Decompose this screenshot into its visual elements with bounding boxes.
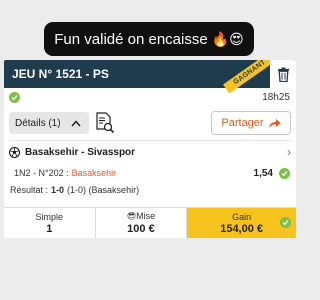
bet-selection: Basaksehir [71,168,117,178]
details-label: Détails (1) [15,117,61,129]
ticket-title: JEU N° 1521 - PS [12,67,109,81]
chevron-right-icon: › [287,145,291,159]
bet-type: 1N2 - N°202 : [14,168,69,178]
bet-summary: Simple 1 😎Mise 100 € Gain 154,00 € [4,207,296,238]
gain-value: 154,00 € [220,222,264,235]
trash-icon[interactable] [270,60,296,88]
stake-label: Mise [136,211,156,221]
gain-label: Gain [232,211,252,222]
stake-cell: 😎Mise 100 € [96,208,188,238]
ticket-header: JEU N° 1521 - PS GAGNANT [4,60,296,94]
bet-odds: 1,54 [253,167,273,179]
result-score: 1-0 [51,185,65,195]
won-check-icon [9,91,20,103]
ticket-actions: Détails (1) Partager [4,106,296,140]
match-row[interactable]: Basaksehir - Sivasspor › [4,141,296,163]
share-arrow-icon [268,118,281,128]
gain-check-icon [280,217,291,228]
ticket-time: 18h25 [262,91,290,103]
type-label: Simple [35,211,64,222]
share-label: Partager [221,117,264,129]
soccer-ball-icon [9,146,20,158]
sunglasses-emoji-icon: 😎 [126,211,137,221]
result-detail: (1-0) (Basaksehir) [67,185,140,195]
gain-cell: Gain 154,00 € [187,208,296,238]
caption-text: Fun validé on encaisse [54,30,208,48]
match-name: Basaksehir - Sivasspor [25,146,136,158]
chevron-up-icon [71,119,81,127]
bet-row: 1N2 - N°202 : Basaksehir 1,54 [4,163,296,183]
story-caption: Fun validé on encaisse 🔥😍 [44,22,254,56]
type-value: 1 [46,222,53,235]
stake-header: 😎Mise [127,211,155,222]
result-prefix: Résultat : [10,185,49,195]
details-toggle-button[interactable]: Détails (1) [9,112,89,134]
status-row: 18h25 [4,88,296,106]
result-row: Résultat : 1-0 (1-0) (Basaksehir) [4,183,296,197]
stake-value: 100 € [127,223,155,235]
bet-type-cell: Simple 1 [4,208,96,238]
document-search-icon[interactable] [95,112,115,134]
caption-emoji: 🔥😍 [211,30,244,47]
share-button[interactable]: Partager [211,111,291,135]
selection-won-check-icon [279,167,290,179]
bet-ticket-card: JEU N° 1521 - PS GAGNANT 18h25 Détails (… [4,60,296,238]
